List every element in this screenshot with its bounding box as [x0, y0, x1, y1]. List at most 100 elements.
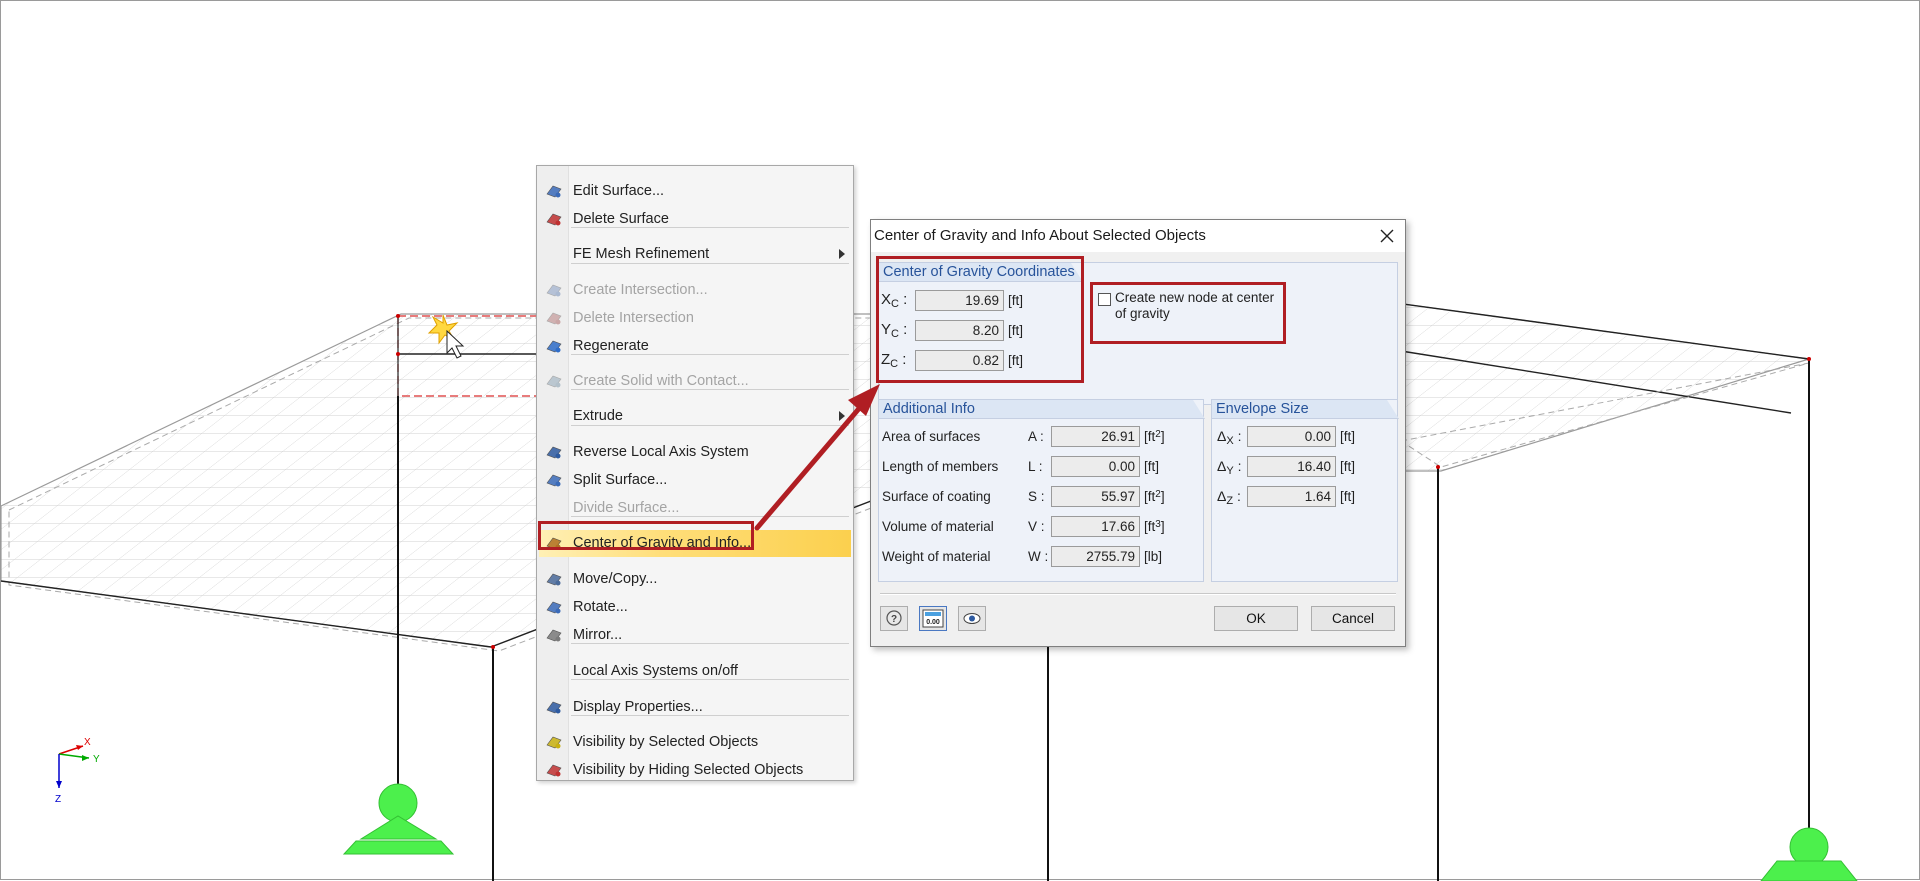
- axis-x-label: X: [84, 737, 91, 748]
- visibility-hiding-icon: [546, 764, 562, 777]
- create-node-callout: [1090, 282, 1286, 344]
- menu-item-rotate[interactable]: Rotate...: [539, 594, 851, 621]
- dialog-title: Center of Gravity and Info About Selecte…: [874, 227, 1206, 244]
- menu-item-display-properties[interactable]: Display Properties...: [539, 694, 851, 721]
- cancel-button[interactable]: Cancel: [1311, 606, 1395, 631]
- envelope-axis: X: [1226, 435, 1234, 447]
- units-icon: 0.00: [922, 609, 944, 628]
- menu-item-label: Divide Surface...: [573, 500, 680, 516]
- menu-item-label: Reverse Local Axis System: [573, 444, 749, 460]
- unit-text: [ft: [1144, 519, 1156, 534]
- menu-item-label: Regenerate: [573, 338, 649, 354]
- delta-symbol: Δ: [1217, 428, 1227, 444]
- menu-item-create-intersection: Create Intersection...: [539, 277, 851, 304]
- menu-item-move-copy[interactable]: Move/Copy...: [539, 566, 851, 593]
- unit-close: ]: [1160, 489, 1165, 504]
- context-menu: Edit Surface... Delete Surface FE Mesh Ref…: [536, 165, 854, 781]
- menu-item-highlight-callout: [538, 521, 754, 550]
- menu-item-label: Visibility by Selected Objects: [573, 734, 759, 750]
- menu-item-label: Display Properties...: [573, 699, 703, 715]
- info-value-field: 17.66: [1051, 516, 1140, 537]
- help-icon: ?: [886, 610, 902, 626]
- unit-text: [ft]: [1144, 459, 1160, 474]
- info-unit: [ft]: [1144, 459, 1159, 474]
- menu-item-label: Local Axis Systems on/off: [573, 663, 738, 679]
- menu-item-label: Edit Surface...: [573, 183, 665, 199]
- unit-close: ]: [1160, 519, 1165, 534]
- info-unit: [ft3]: [1144, 519, 1165, 534]
- unit-text: [ft: [1144, 429, 1156, 444]
- view-button[interactable]: [958, 606, 986, 631]
- regenerate-icon: [546, 340, 562, 353]
- menu-item-reverse-local-axis-system[interactable]: Reverse Local Axis System: [539, 439, 851, 466]
- create-intersection-icon: [546, 284, 562, 297]
- mirror-icon: [546, 629, 562, 642]
- create-solid-icon: [546, 375, 562, 388]
- envelope-size-title: Envelope Size: [1212, 400, 1399, 419]
- axis-triad: X Y Z: [55, 737, 100, 805]
- menu-item-label: Delete Surface: [573, 211, 669, 227]
- submenu-arrow-icon: [839, 411, 845, 421]
- menu-item-delete-surface[interactable]: Delete Surface: [539, 206, 851, 233]
- info-row-label: Volume of material: [882, 519, 994, 534]
- envelope-axis: Y: [1226, 465, 1234, 477]
- menu-item-label: FE Mesh Refinement: [573, 246, 710, 262]
- menu-item-fe-mesh-refinement[interactable]: FE Mesh Refinement: [539, 241, 851, 268]
- view-icon: [963, 613, 981, 624]
- envelope-axis-label: ΔX :: [1217, 428, 1242, 447]
- axis-z-label: Z: [55, 794, 61, 805]
- envelope-axis: Z: [1226, 495, 1234, 507]
- menu-item-edit-surface[interactable]: Edit Surface...: [539, 178, 851, 205]
- info-row-label: Area of surfaces: [882, 429, 981, 444]
- delta-symbol: Δ: [1217, 458, 1227, 474]
- menu-item-visibility-by-selected-objects[interactable]: Visibility by Selected Objects: [539, 729, 851, 756]
- edit-surface-icon: [546, 185, 562, 198]
- menu-item-regenerate[interactable]: Regenerate: [539, 333, 851, 360]
- help-button[interactable]: ?: [880, 606, 908, 631]
- split-surface-icon: [546, 474, 562, 487]
- delete-intersection-icon: [546, 312, 562, 325]
- menu-item-label: Create Solid with Contact...: [573, 373, 749, 389]
- envelope-value-field: 16.40: [1247, 456, 1336, 477]
- menu-item-label: Mirror...: [573, 627, 623, 643]
- cog-coordinates-callout: [876, 256, 1084, 383]
- envelope-unit: [ft]: [1340, 429, 1356, 444]
- menu-item-label: Rotate...: [573, 599, 628, 615]
- additional-info-title: Additional Info: [879, 400, 1205, 419]
- info-unit: [ft2]: [1144, 429, 1165, 444]
- envelope-axis-label: ΔZ :: [1217, 488, 1241, 507]
- move-copy-icon: [546, 573, 562, 586]
- menu-item-split-surface[interactable]: Split Surface...: [539, 467, 851, 494]
- menu-item-mirror[interactable]: Mirror...: [539, 622, 851, 649]
- visibility-selected-icon: [546, 736, 562, 749]
- envelope-axis-label: ΔY :: [1217, 458, 1242, 477]
- info-row-symbol: L :: [1028, 459, 1043, 474]
- info-row-symbol: A :: [1028, 429, 1044, 444]
- info-value-field: 2755.79: [1051, 546, 1140, 567]
- info-row-label: Length of members: [882, 459, 999, 474]
- axis-y-label: Y: [93, 754, 100, 765]
- unit-text: [ft: [1144, 489, 1156, 504]
- delete-surface-icon: [546, 213, 562, 226]
- menu-item-label: Delete Intersection: [573, 310, 694, 326]
- menu-item-create-solid-with-contact: Create Solid with Contact...: [539, 368, 851, 395]
- rotate-icon: [546, 601, 562, 614]
- floor-slab-right: [1380, 300, 1810, 472]
- menu-item-delete-intersection: Delete Intersection: [539, 305, 851, 332]
- unit-close: ]: [1160, 429, 1165, 444]
- info-value-field: 0.00: [1051, 456, 1140, 477]
- close-icon[interactable]: [1377, 226, 1397, 246]
- menu-item-local-axis-systems-on-off[interactable]: Local Axis Systems on/off: [539, 658, 851, 685]
- info-row-label: Surface of coating: [882, 489, 991, 504]
- info-row-symbol: W :: [1028, 549, 1049, 564]
- menu-item-label: Move/Copy...: [573, 571, 658, 587]
- ok-button[interactable]: OK: [1214, 606, 1298, 631]
- dialog-titlebar[interactable]: Center of Gravity and Info About Selecte…: [871, 220, 1405, 252]
- menu-item-label: Create Intersection...: [573, 282, 708, 298]
- menu-item-visibility-by-hiding-selected-objects[interactable]: Visibility by Hiding Selected Objects: [539, 757, 851, 784]
- info-value-field: 26.91: [1051, 426, 1140, 447]
- info-unit: [ft2]: [1144, 489, 1165, 504]
- menu-item-extrude[interactable]: Extrude: [539, 403, 851, 430]
- support-left: [342, 783, 455, 855]
- units-button[interactable]: 0.00: [919, 606, 947, 631]
